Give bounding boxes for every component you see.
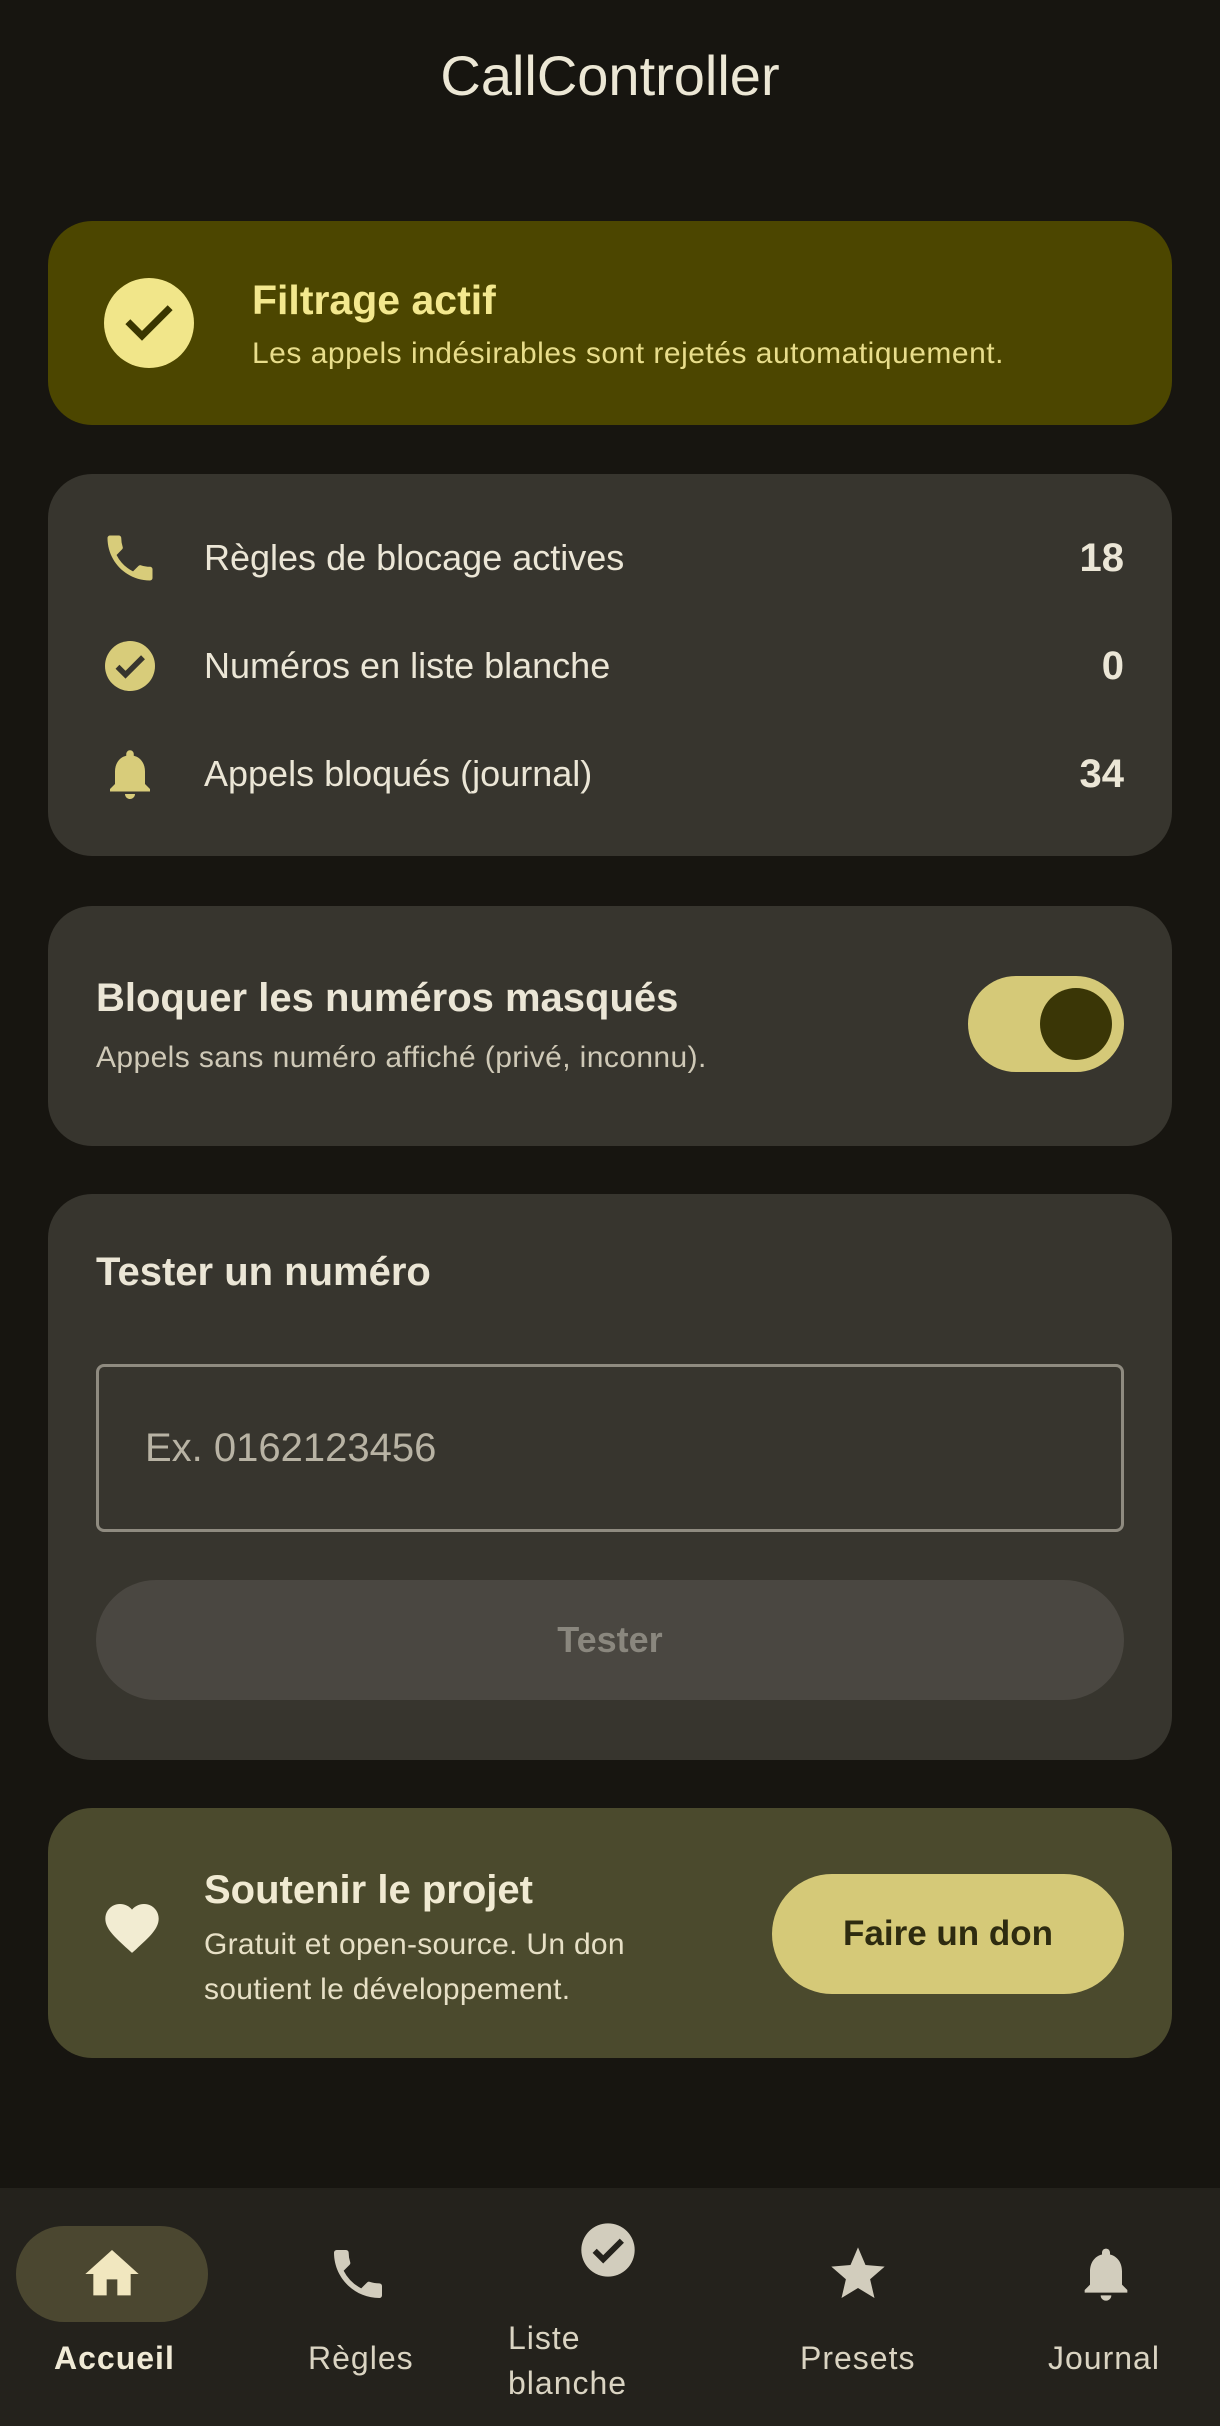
block-hidden-title: Bloquer les numéros masqués [96,976,679,1020]
check-circle-icon [576,2218,640,2282]
nav-label: Liste blanche [508,2320,628,2401]
nav-item-presets[interactable]: Presets [732,2188,976,2426]
app-root: CallController Filtrage actif Les appels… [0,0,1220,2426]
home-icon [80,2242,144,2306]
stat-label: Appels bloqués (journal) [204,753,593,794]
stat-row-blocked: Appels bloqués (journal) 34 [48,734,1172,814]
stat-value: 0 [1101,643,1124,688]
stat-label: Règles de blocage actives [204,537,625,578]
stat-value: 34 [1079,751,1125,796]
nav-label: Journal [1048,2340,1160,2376]
phone-icon [100,528,160,588]
stat-label: Numéros en liste blanche [204,645,611,686]
stats-card: Règles de blocage actives 18 Numéros en … [48,474,1172,856]
stat-value: 18 [1079,535,1125,580]
nav-label: Règles [308,2340,414,2376]
stat-row-rules: Règles de blocage actives 18 [48,518,1172,598]
filter-status-card: Filtrage actif Les appels indésirables s… [48,221,1172,425]
star-icon [826,2242,890,2306]
test-number-card: Tester un numéro Tester [48,1194,1172,1760]
phone-icon [326,2242,390,2306]
donate-button[interactable]: Faire un don [772,1874,1124,1994]
nav-item-regles[interactable]: Règles [244,2188,488,2426]
nav-item-accueil[interactable]: Accueil [0,2188,244,2426]
status-title: Filtrage actif [252,277,496,323]
app-title: CallController [440,43,780,107]
test-number-title: Tester un numéro [96,1250,431,1294]
stat-row-whitelist: Numéros en liste blanche 0 [48,626,1172,706]
test-button[interactable]: Tester [96,1580,1124,1700]
block-hidden-numbers-card: Bloquer les numéros masqués Appels sans … [48,906,1172,1146]
nav-item-liste-blanche[interactable]: Liste blanche [488,2188,732,2426]
support-title: Soutenir le projet [204,1868,533,1912]
check-circle-icon [104,278,194,368]
top-app-bar: CallController [0,0,1220,150]
heart-icon [100,1896,164,1960]
support-subtitle: Gratuit et open-source. Un don soutient … [204,1928,625,2006]
status-subtitle: Les appels indésirables sont rejetés aut… [252,337,1004,370]
support-project-card: Soutenir le projet Gratuit et open-sourc… [48,1808,1172,2058]
nav-item-journal[interactable]: Journal [976,2188,1220,2426]
block-hidden-toggle[interactable] [968,976,1124,1072]
block-hidden-subtitle: Appels sans numéro affiché (privé, incon… [96,1041,707,1074]
phone-number-input[interactable] [96,1364,1124,1532]
nav-label: Presets [800,2340,916,2376]
nav-label: Accueil [54,2340,175,2376]
toggle-knob [1040,988,1112,1060]
check-circle-icon [100,636,160,696]
bell-icon [1074,2242,1138,2306]
bottom-navigation: Accueil Règles Liste blanche Presets Jou [0,2188,1220,2426]
bell-icon [100,744,160,804]
